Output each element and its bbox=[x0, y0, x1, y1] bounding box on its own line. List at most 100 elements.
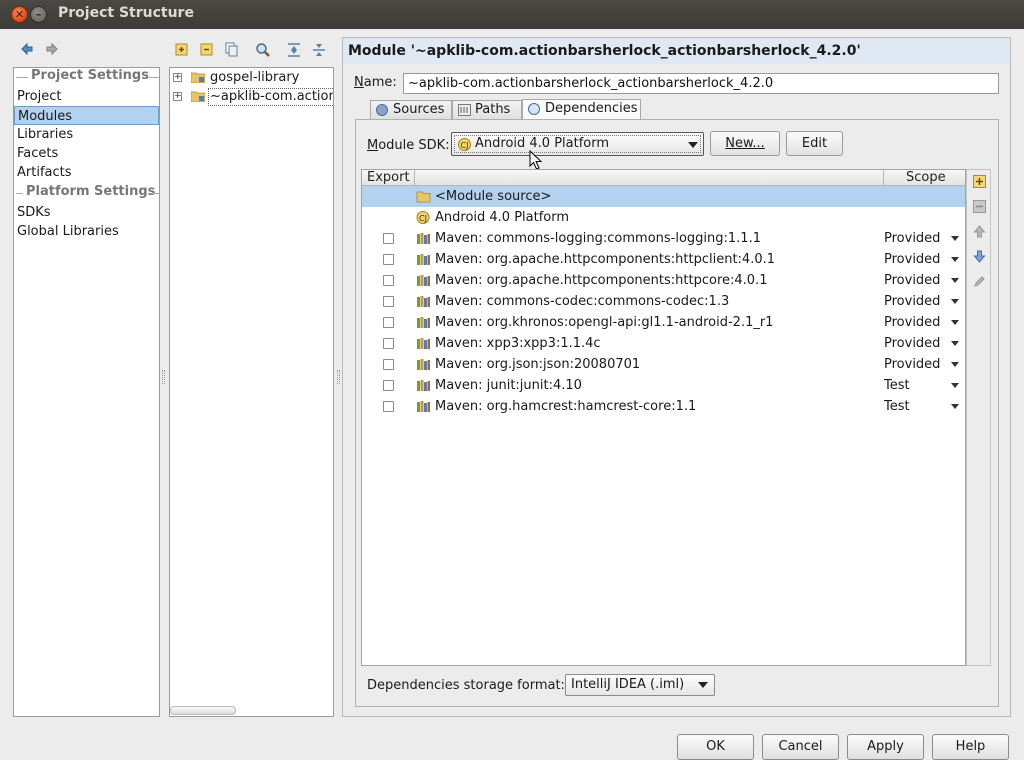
export-checkbox[interactable] bbox=[383, 296, 394, 307]
tab-label: Sources bbox=[393, 102, 445, 117]
module-name-field[interactable]: ~apklib-com.actionbarsherlock_actionbars… bbox=[403, 73, 999, 94]
move-up-icon[interactable] bbox=[973, 225, 986, 238]
sdk-value: Android 4.0 Platform bbox=[475, 136, 610, 151]
search-icon[interactable] bbox=[255, 42, 271, 58]
nav-item-libraries[interactable]: Libraries bbox=[14, 125, 159, 144]
add-icon[interactable] bbox=[973, 175, 986, 188]
dependency-name: Maven: org.apache.httpcomponents:httpcor… bbox=[435, 273, 768, 288]
table-row[interactable]: Maven: commons-logging:commons-logging:1… bbox=[362, 228, 965, 249]
table-row[interactable]: Maven: commons-codec:commons-codec:1.3 Pr… bbox=[362, 291, 965, 312]
table-row[interactable]: Maven: org.hamcrest:hamcrest-core:1.1 Tes… bbox=[362, 396, 965, 417]
minimize-window-button[interactable]: – bbox=[30, 6, 47, 23]
edit-sdk-button[interactable]: Edit bbox=[786, 131, 843, 156]
dependency-scope[interactable]: Test bbox=[884, 396, 910, 417]
paths-icon bbox=[458, 104, 471, 116]
nav-item-sdks[interactable]: SDKs bbox=[14, 203, 159, 222]
table-row[interactable]: Maven: org.khronos:opengl-api:gl1.1-andr… bbox=[362, 312, 965, 333]
cancel-button[interactable]: Cancel bbox=[762, 734, 839, 760]
button-label: New... bbox=[725, 136, 765, 151]
collapse-all-icon[interactable] bbox=[311, 42, 327, 58]
column-header-export[interactable]: Export bbox=[367, 170, 410, 186]
dependency-name: <Module source> bbox=[435, 189, 552, 204]
copy-icon[interactable] bbox=[224, 42, 240, 58]
export-checkbox[interactable] bbox=[383, 233, 394, 244]
module-sdk-select[interactable]: CJ Android 4.0 Platform bbox=[451, 132, 704, 156]
column-header-scope[interactable]: Scope bbox=[906, 170, 946, 186]
nav-item-modules[interactable]: Modules bbox=[14, 106, 159, 125]
dependency-scope[interactable]: Provided bbox=[884, 312, 940, 333]
chevron-down-icon[interactable] bbox=[951, 299, 959, 304]
table-row[interactable]: Maven: org.apache.httpcomponents:httpcli… bbox=[362, 249, 965, 270]
move-down-icon[interactable] bbox=[973, 250, 986, 263]
svg-text:CJ: CJ bbox=[419, 214, 427, 223]
dependency-scope[interactable]: Provided bbox=[884, 228, 940, 249]
splitter-handle[interactable] bbox=[337, 370, 340, 384]
forward-icon[interactable] bbox=[44, 41, 60, 57]
table-row[interactable]: <Module source> bbox=[362, 186, 965, 207]
remove-icon[interactable] bbox=[973, 200, 986, 213]
add-icon[interactable] bbox=[174, 42, 190, 58]
storage-format-select[interactable]: IntelliJ IDEA (.iml) bbox=[565, 674, 715, 696]
divider bbox=[151, 193, 159, 194]
nav-item-artifacts[interactable]: Artifacts bbox=[14, 163, 159, 182]
dependency-scope[interactable]: Test bbox=[884, 375, 910, 396]
export-checkbox[interactable] bbox=[383, 254, 394, 265]
chevron-down-icon bbox=[688, 142, 698, 148]
chevron-down-icon[interactable] bbox=[951, 236, 959, 241]
chevron-down-icon[interactable] bbox=[951, 383, 959, 388]
chevron-down-icon[interactable] bbox=[951, 341, 959, 346]
close-window-button[interactable]: ✕ bbox=[11, 6, 28, 23]
splitter-handle[interactable] bbox=[162, 370, 165, 384]
export-checkbox[interactable] bbox=[383, 380, 394, 391]
edit-icon[interactable] bbox=[973, 275, 986, 288]
library-icon bbox=[417, 338, 430, 349]
expand-icon[interactable]: + bbox=[173, 73, 182, 82]
export-checkbox[interactable] bbox=[383, 275, 394, 286]
title-bar: ✕ – Project Structure bbox=[0, 0, 1024, 29]
apply-button[interactable]: Apply bbox=[847, 734, 924, 760]
expand-icon[interactable]: + bbox=[173, 92, 182, 101]
table-row[interactable]: Maven: org.json:json:20080701 Provided bbox=[362, 354, 965, 375]
library-icon bbox=[417, 296, 430, 307]
back-icon[interactable] bbox=[19, 41, 35, 57]
dependency-scope[interactable]: Provided bbox=[884, 249, 940, 270]
export-checkbox[interactable] bbox=[383, 317, 394, 328]
section-title: Project Settings bbox=[31, 68, 149, 83]
export-checkbox[interactable] bbox=[383, 359, 394, 370]
tree-horizontal-scrollbar[interactable] bbox=[170, 706, 236, 715]
table-row[interactable]: CJ Android 4.0 Platform bbox=[362, 207, 965, 228]
table-row[interactable]: Maven: junit:junit:4.10 Test bbox=[362, 375, 965, 396]
dependency-scope[interactable]: Provided bbox=[884, 270, 940, 291]
dependency-scope[interactable]: Provided bbox=[884, 333, 940, 354]
table-row[interactable]: Maven: org.apache.httpcomponents:httpcor… bbox=[362, 270, 965, 291]
remove-icon[interactable] bbox=[199, 42, 215, 58]
tab-paths[interactable]: Paths bbox=[452, 100, 522, 119]
nav-item-global-libraries[interactable]: Global Libraries bbox=[14, 222, 159, 241]
module-header: Module '~apklib-com.actionbarsherlock_ac… bbox=[343, 38, 1010, 64]
tab-sources[interactable]: Sources bbox=[370, 100, 452, 119]
chevron-down-icon[interactable] bbox=[951, 404, 959, 409]
nav-item-facets[interactable]: Facets bbox=[14, 144, 159, 163]
dependency-scope[interactable]: Provided bbox=[884, 354, 940, 375]
chevron-down-icon[interactable] bbox=[951, 278, 959, 283]
ok-button[interactable]: OK bbox=[677, 734, 754, 760]
module-sdk-label: Module SDK: bbox=[367, 138, 450, 153]
dependency-name: Maven: commons-codec:commons-codec:1.3 bbox=[435, 294, 730, 309]
dependency-scope[interactable]: Provided bbox=[884, 291, 940, 312]
help-button[interactable]: Help bbox=[932, 734, 1009, 760]
chevron-down-icon[interactable] bbox=[951, 257, 959, 262]
tab-dependencies[interactable]: Dependencies bbox=[522, 99, 641, 120]
table-row[interactable]: Maven: xpp3:xpp3:1.1.4c Provided bbox=[362, 333, 965, 354]
sdk-icon: CJ bbox=[458, 138, 471, 151]
expand-all-icon[interactable] bbox=[286, 42, 302, 58]
chevron-down-icon[interactable] bbox=[951, 362, 959, 367]
new-sdk-button[interactable]: New... bbox=[710, 131, 780, 156]
storage-format-label: Dependencies storage format: bbox=[367, 678, 565, 693]
section-platform-settings: Platform Settings bbox=[14, 184, 161, 202]
chevron-down-icon[interactable] bbox=[951, 320, 959, 325]
nav-item-project[interactable]: Project bbox=[14, 87, 159, 106]
export-checkbox[interactable] bbox=[383, 338, 394, 349]
export-checkbox[interactable] bbox=[383, 401, 394, 412]
divider bbox=[16, 77, 28, 78]
divider bbox=[16, 193, 23, 194]
